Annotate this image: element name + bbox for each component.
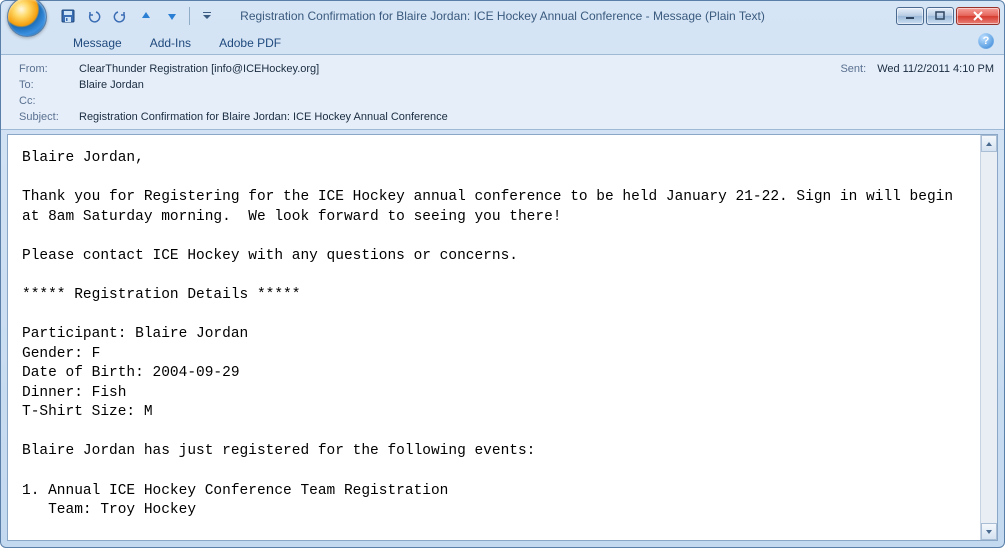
- tab-add-ins[interactable]: Add-Ins: [136, 32, 205, 54]
- redo-button[interactable]: [109, 5, 131, 27]
- to-label: To:: [19, 79, 79, 91]
- close-icon: [972, 11, 984, 21]
- cc-label: Cc:: [19, 95, 79, 107]
- sent-label: Sent:: [840, 63, 866, 75]
- message-body[interactable]: Blaire Jordan, Thank you for Registering…: [8, 135, 980, 540]
- save-icon: [61, 9, 75, 23]
- from-value: ClearThunder Registration [info@ICEHocke…: [79, 63, 319, 75]
- triangle-up-icon: [985, 140, 993, 148]
- window-title: Registration Confirmation for Blaire Jor…: [240, 9, 765, 23]
- window-controls: [894, 7, 1000, 25]
- arrow-up-icon: [140, 10, 152, 22]
- to-value: Blaire Jordan: [79, 79, 144, 91]
- triangle-down-icon: [985, 528, 993, 536]
- minimize-icon: [905, 11, 915, 21]
- scroll-up-button[interactable]: [981, 135, 997, 152]
- quick-access-toolbar: [57, 5, 218, 27]
- close-button[interactable]: [956, 7, 1000, 25]
- message-body-container: Blaire Jordan, Thank you for Registering…: [7, 134, 998, 541]
- tab-adobe-pdf[interactable]: Adobe PDF: [205, 32, 295, 54]
- maximize-icon: [935, 11, 945, 21]
- undo-button[interactable]: [83, 5, 105, 27]
- maximize-button[interactable]: [926, 7, 954, 25]
- help-icon: ?: [983, 35, 990, 47]
- titlebar: Registration Confirmation for Blaire Jor…: [1, 1, 1004, 31]
- message-header: From: ClearThunder Registration [info@IC…: [1, 55, 1004, 130]
- minimize-button[interactable]: [896, 7, 924, 25]
- vertical-scrollbar[interactable]: [980, 135, 997, 540]
- subject-label: Subject:: [19, 111, 79, 123]
- previous-item-button[interactable]: [135, 5, 157, 27]
- qat-customize-button[interactable]: [196, 5, 218, 27]
- next-item-button[interactable]: [161, 5, 183, 27]
- sent-value: Wed 11/2/2011 4:10 PM: [877, 63, 994, 75]
- redo-icon: [113, 9, 127, 23]
- arrow-down-icon: [166, 10, 178, 22]
- qat-separator: [189, 7, 190, 25]
- from-label: From:: [19, 63, 79, 75]
- save-button[interactable]: [57, 5, 79, 27]
- scroll-down-button[interactable]: [981, 523, 997, 540]
- ribbon-tabs: Message Add-Ins Adobe PDF ?: [1, 31, 1004, 55]
- scroll-track[interactable]: [981, 152, 997, 523]
- undo-icon: [87, 9, 101, 23]
- subject-value: Registration Confirmation for Blaire Jor…: [79, 111, 448, 123]
- chevron-down-icon: [202, 11, 212, 21]
- tab-message[interactable]: Message: [59, 32, 136, 54]
- message-window: Registration Confirmation for Blaire Jor…: [0, 0, 1005, 548]
- help-button[interactable]: ?: [978, 33, 994, 49]
